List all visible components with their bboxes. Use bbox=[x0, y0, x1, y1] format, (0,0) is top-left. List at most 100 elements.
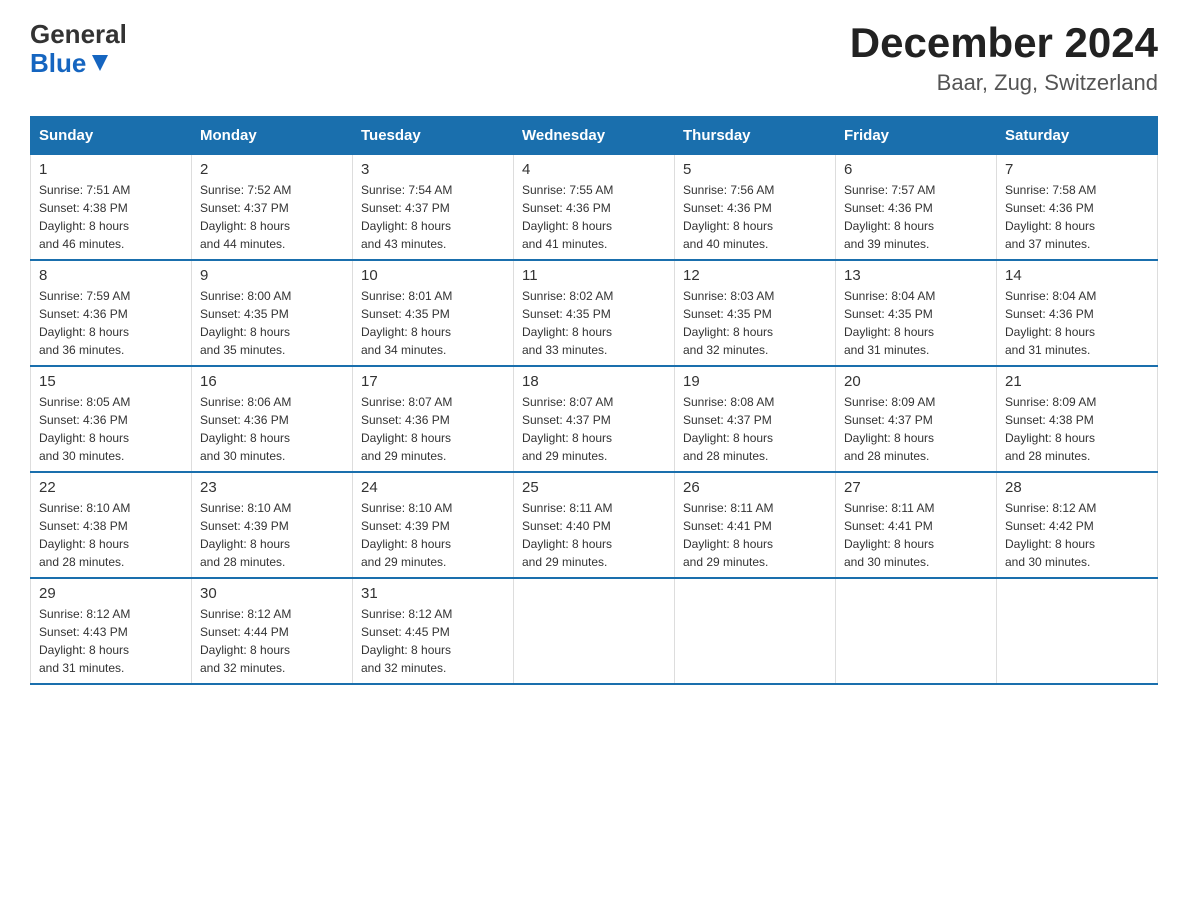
day-cell bbox=[675, 578, 836, 684]
day-number: 19 bbox=[683, 373, 827, 390]
day-info: Sunrise: 8:10 AM Sunset: 4:38 PM Dayligh… bbox=[39, 499, 183, 571]
day-number: 22 bbox=[39, 479, 183, 496]
header-monday: Monday bbox=[192, 117, 353, 155]
header-sunday: Sunday bbox=[31, 117, 192, 155]
brand-line2: Blue bbox=[30, 49, 127, 78]
subtitle: Baar, Zug, Switzerland bbox=[850, 70, 1158, 96]
day-cell: 24 Sunrise: 8:10 AM Sunset: 4:39 PM Dayl… bbox=[353, 472, 514, 578]
day-cell: 23 Sunrise: 8:10 AM Sunset: 4:39 PM Dayl… bbox=[192, 472, 353, 578]
day-cell: 16 Sunrise: 8:06 AM Sunset: 4:36 PM Dayl… bbox=[192, 366, 353, 472]
brand-arrow-icon bbox=[90, 53, 110, 73]
day-info: Sunrise: 7:55 AM Sunset: 4:36 PM Dayligh… bbox=[522, 181, 666, 253]
day-cell: 29 Sunrise: 8:12 AM Sunset: 4:43 PM Dayl… bbox=[31, 578, 192, 684]
header-thursday: Thursday bbox=[675, 117, 836, 155]
page-header: General Blue December 2024 Baar, Zug, Sw… bbox=[30, 20, 1158, 96]
day-cell: 27 Sunrise: 8:11 AM Sunset: 4:41 PM Dayl… bbox=[836, 472, 997, 578]
header-tuesday: Tuesday bbox=[353, 117, 514, 155]
day-cell: 31 Sunrise: 8:12 AM Sunset: 4:45 PM Dayl… bbox=[353, 578, 514, 684]
week-row-1: 1 Sunrise: 7:51 AM Sunset: 4:38 PM Dayli… bbox=[31, 155, 1158, 261]
day-cell: 7 Sunrise: 7:58 AM Sunset: 4:36 PM Dayli… bbox=[997, 155, 1158, 261]
day-cell: 18 Sunrise: 8:07 AM Sunset: 4:37 PM Dayl… bbox=[514, 366, 675, 472]
day-number: 31 bbox=[361, 585, 505, 602]
week-row-3: 15 Sunrise: 8:05 AM Sunset: 4:36 PM Dayl… bbox=[31, 366, 1158, 472]
day-number: 8 bbox=[39, 267, 183, 284]
day-cell: 8 Sunrise: 7:59 AM Sunset: 4:36 PM Dayli… bbox=[31, 260, 192, 366]
day-info: Sunrise: 7:52 AM Sunset: 4:37 PM Dayligh… bbox=[200, 181, 344, 253]
day-number: 7 bbox=[1005, 161, 1149, 178]
day-number: 6 bbox=[844, 161, 988, 178]
day-info: Sunrise: 7:57 AM Sunset: 4:36 PM Dayligh… bbox=[844, 181, 988, 253]
day-info: Sunrise: 8:02 AM Sunset: 4:35 PM Dayligh… bbox=[522, 287, 666, 359]
day-info: Sunrise: 8:03 AM Sunset: 4:35 PM Dayligh… bbox=[683, 287, 827, 359]
day-cell: 28 Sunrise: 8:12 AM Sunset: 4:42 PM Dayl… bbox=[997, 472, 1158, 578]
day-cell: 13 Sunrise: 8:04 AM Sunset: 4:35 PM Dayl… bbox=[836, 260, 997, 366]
day-info: Sunrise: 8:07 AM Sunset: 4:37 PM Dayligh… bbox=[522, 393, 666, 465]
week-row-4: 22 Sunrise: 8:10 AM Sunset: 4:38 PM Dayl… bbox=[31, 472, 1158, 578]
day-number: 29 bbox=[39, 585, 183, 602]
day-cell: 20 Sunrise: 8:09 AM Sunset: 4:37 PM Dayl… bbox=[836, 366, 997, 472]
day-number: 26 bbox=[683, 479, 827, 496]
day-info: Sunrise: 8:12 AM Sunset: 4:42 PM Dayligh… bbox=[1005, 499, 1149, 571]
day-info: Sunrise: 8:09 AM Sunset: 4:37 PM Dayligh… bbox=[844, 393, 988, 465]
day-info: Sunrise: 8:12 AM Sunset: 4:43 PM Dayligh… bbox=[39, 605, 183, 677]
day-cell bbox=[836, 578, 997, 684]
day-info: Sunrise: 8:06 AM Sunset: 4:36 PM Dayligh… bbox=[200, 393, 344, 465]
day-number: 11 bbox=[522, 267, 666, 284]
day-cell: 25 Sunrise: 8:11 AM Sunset: 4:40 PM Dayl… bbox=[514, 472, 675, 578]
day-number: 18 bbox=[522, 373, 666, 390]
day-number: 17 bbox=[361, 373, 505, 390]
calendar-table: SundayMondayTuesdayWednesdayThursdayFrid… bbox=[30, 116, 1158, 685]
day-number: 24 bbox=[361, 479, 505, 496]
day-number: 23 bbox=[200, 479, 344, 496]
header-saturday: Saturday bbox=[997, 117, 1158, 155]
day-info: Sunrise: 8:08 AM Sunset: 4:37 PM Dayligh… bbox=[683, 393, 827, 465]
header-friday: Friday bbox=[836, 117, 997, 155]
day-info: Sunrise: 7:59 AM Sunset: 4:36 PM Dayligh… bbox=[39, 287, 183, 359]
day-number: 10 bbox=[361, 267, 505, 284]
day-info: Sunrise: 7:58 AM Sunset: 4:36 PM Dayligh… bbox=[1005, 181, 1149, 253]
day-info: Sunrise: 8:11 AM Sunset: 4:40 PM Dayligh… bbox=[522, 499, 666, 571]
day-number: 4 bbox=[522, 161, 666, 178]
day-cell: 1 Sunrise: 7:51 AM Sunset: 4:38 PM Dayli… bbox=[31, 155, 192, 261]
day-info: Sunrise: 8:07 AM Sunset: 4:36 PM Dayligh… bbox=[361, 393, 505, 465]
day-cell: 19 Sunrise: 8:08 AM Sunset: 4:37 PM Dayl… bbox=[675, 366, 836, 472]
day-number: 14 bbox=[1005, 267, 1149, 284]
day-cell: 14 Sunrise: 8:04 AM Sunset: 4:36 PM Dayl… bbox=[997, 260, 1158, 366]
day-cell: 15 Sunrise: 8:05 AM Sunset: 4:36 PM Dayl… bbox=[31, 366, 192, 472]
day-number: 30 bbox=[200, 585, 344, 602]
day-number: 16 bbox=[200, 373, 344, 390]
day-cell: 6 Sunrise: 7:57 AM Sunset: 4:36 PM Dayli… bbox=[836, 155, 997, 261]
day-info: Sunrise: 8:11 AM Sunset: 4:41 PM Dayligh… bbox=[683, 499, 827, 571]
day-info: Sunrise: 8:11 AM Sunset: 4:41 PM Dayligh… bbox=[844, 499, 988, 571]
day-number: 20 bbox=[844, 373, 988, 390]
day-info: Sunrise: 8:10 AM Sunset: 4:39 PM Dayligh… bbox=[200, 499, 344, 571]
day-cell: 17 Sunrise: 8:07 AM Sunset: 4:36 PM Dayl… bbox=[353, 366, 514, 472]
week-row-5: 29 Sunrise: 8:12 AM Sunset: 4:43 PM Dayl… bbox=[31, 578, 1158, 684]
day-info: Sunrise: 8:01 AM Sunset: 4:35 PM Dayligh… bbox=[361, 287, 505, 359]
day-info: Sunrise: 8:04 AM Sunset: 4:36 PM Dayligh… bbox=[1005, 287, 1149, 359]
day-info: Sunrise: 7:54 AM Sunset: 4:37 PM Dayligh… bbox=[361, 181, 505, 253]
main-title: December 2024 bbox=[850, 20, 1158, 66]
day-info: Sunrise: 8:05 AM Sunset: 4:36 PM Dayligh… bbox=[39, 393, 183, 465]
day-cell bbox=[997, 578, 1158, 684]
day-number: 5 bbox=[683, 161, 827, 178]
day-number: 13 bbox=[844, 267, 988, 284]
day-number: 1 bbox=[39, 161, 183, 178]
day-cell: 3 Sunrise: 7:54 AM Sunset: 4:37 PM Dayli… bbox=[353, 155, 514, 261]
day-number: 27 bbox=[844, 479, 988, 496]
brand-line1: General bbox=[30, 20, 127, 49]
day-cell: 4 Sunrise: 7:55 AM Sunset: 4:36 PM Dayli… bbox=[514, 155, 675, 261]
day-cell bbox=[514, 578, 675, 684]
day-info: Sunrise: 8:00 AM Sunset: 4:35 PM Dayligh… bbox=[200, 287, 344, 359]
day-cell: 2 Sunrise: 7:52 AM Sunset: 4:37 PM Dayli… bbox=[192, 155, 353, 261]
day-info: Sunrise: 7:51 AM Sunset: 4:38 PM Dayligh… bbox=[39, 181, 183, 253]
day-cell: 5 Sunrise: 7:56 AM Sunset: 4:36 PM Dayli… bbox=[675, 155, 836, 261]
day-number: 12 bbox=[683, 267, 827, 284]
day-info: Sunrise: 8:04 AM Sunset: 4:35 PM Dayligh… bbox=[844, 287, 988, 359]
day-cell: 11 Sunrise: 8:02 AM Sunset: 4:35 PM Dayl… bbox=[514, 260, 675, 366]
day-number: 25 bbox=[522, 479, 666, 496]
day-info: Sunrise: 8:12 AM Sunset: 4:44 PM Dayligh… bbox=[200, 605, 344, 677]
day-cell: 21 Sunrise: 8:09 AM Sunset: 4:38 PM Dayl… bbox=[997, 366, 1158, 472]
day-number: 21 bbox=[1005, 373, 1149, 390]
brand-logo: General Blue bbox=[30, 20, 127, 77]
